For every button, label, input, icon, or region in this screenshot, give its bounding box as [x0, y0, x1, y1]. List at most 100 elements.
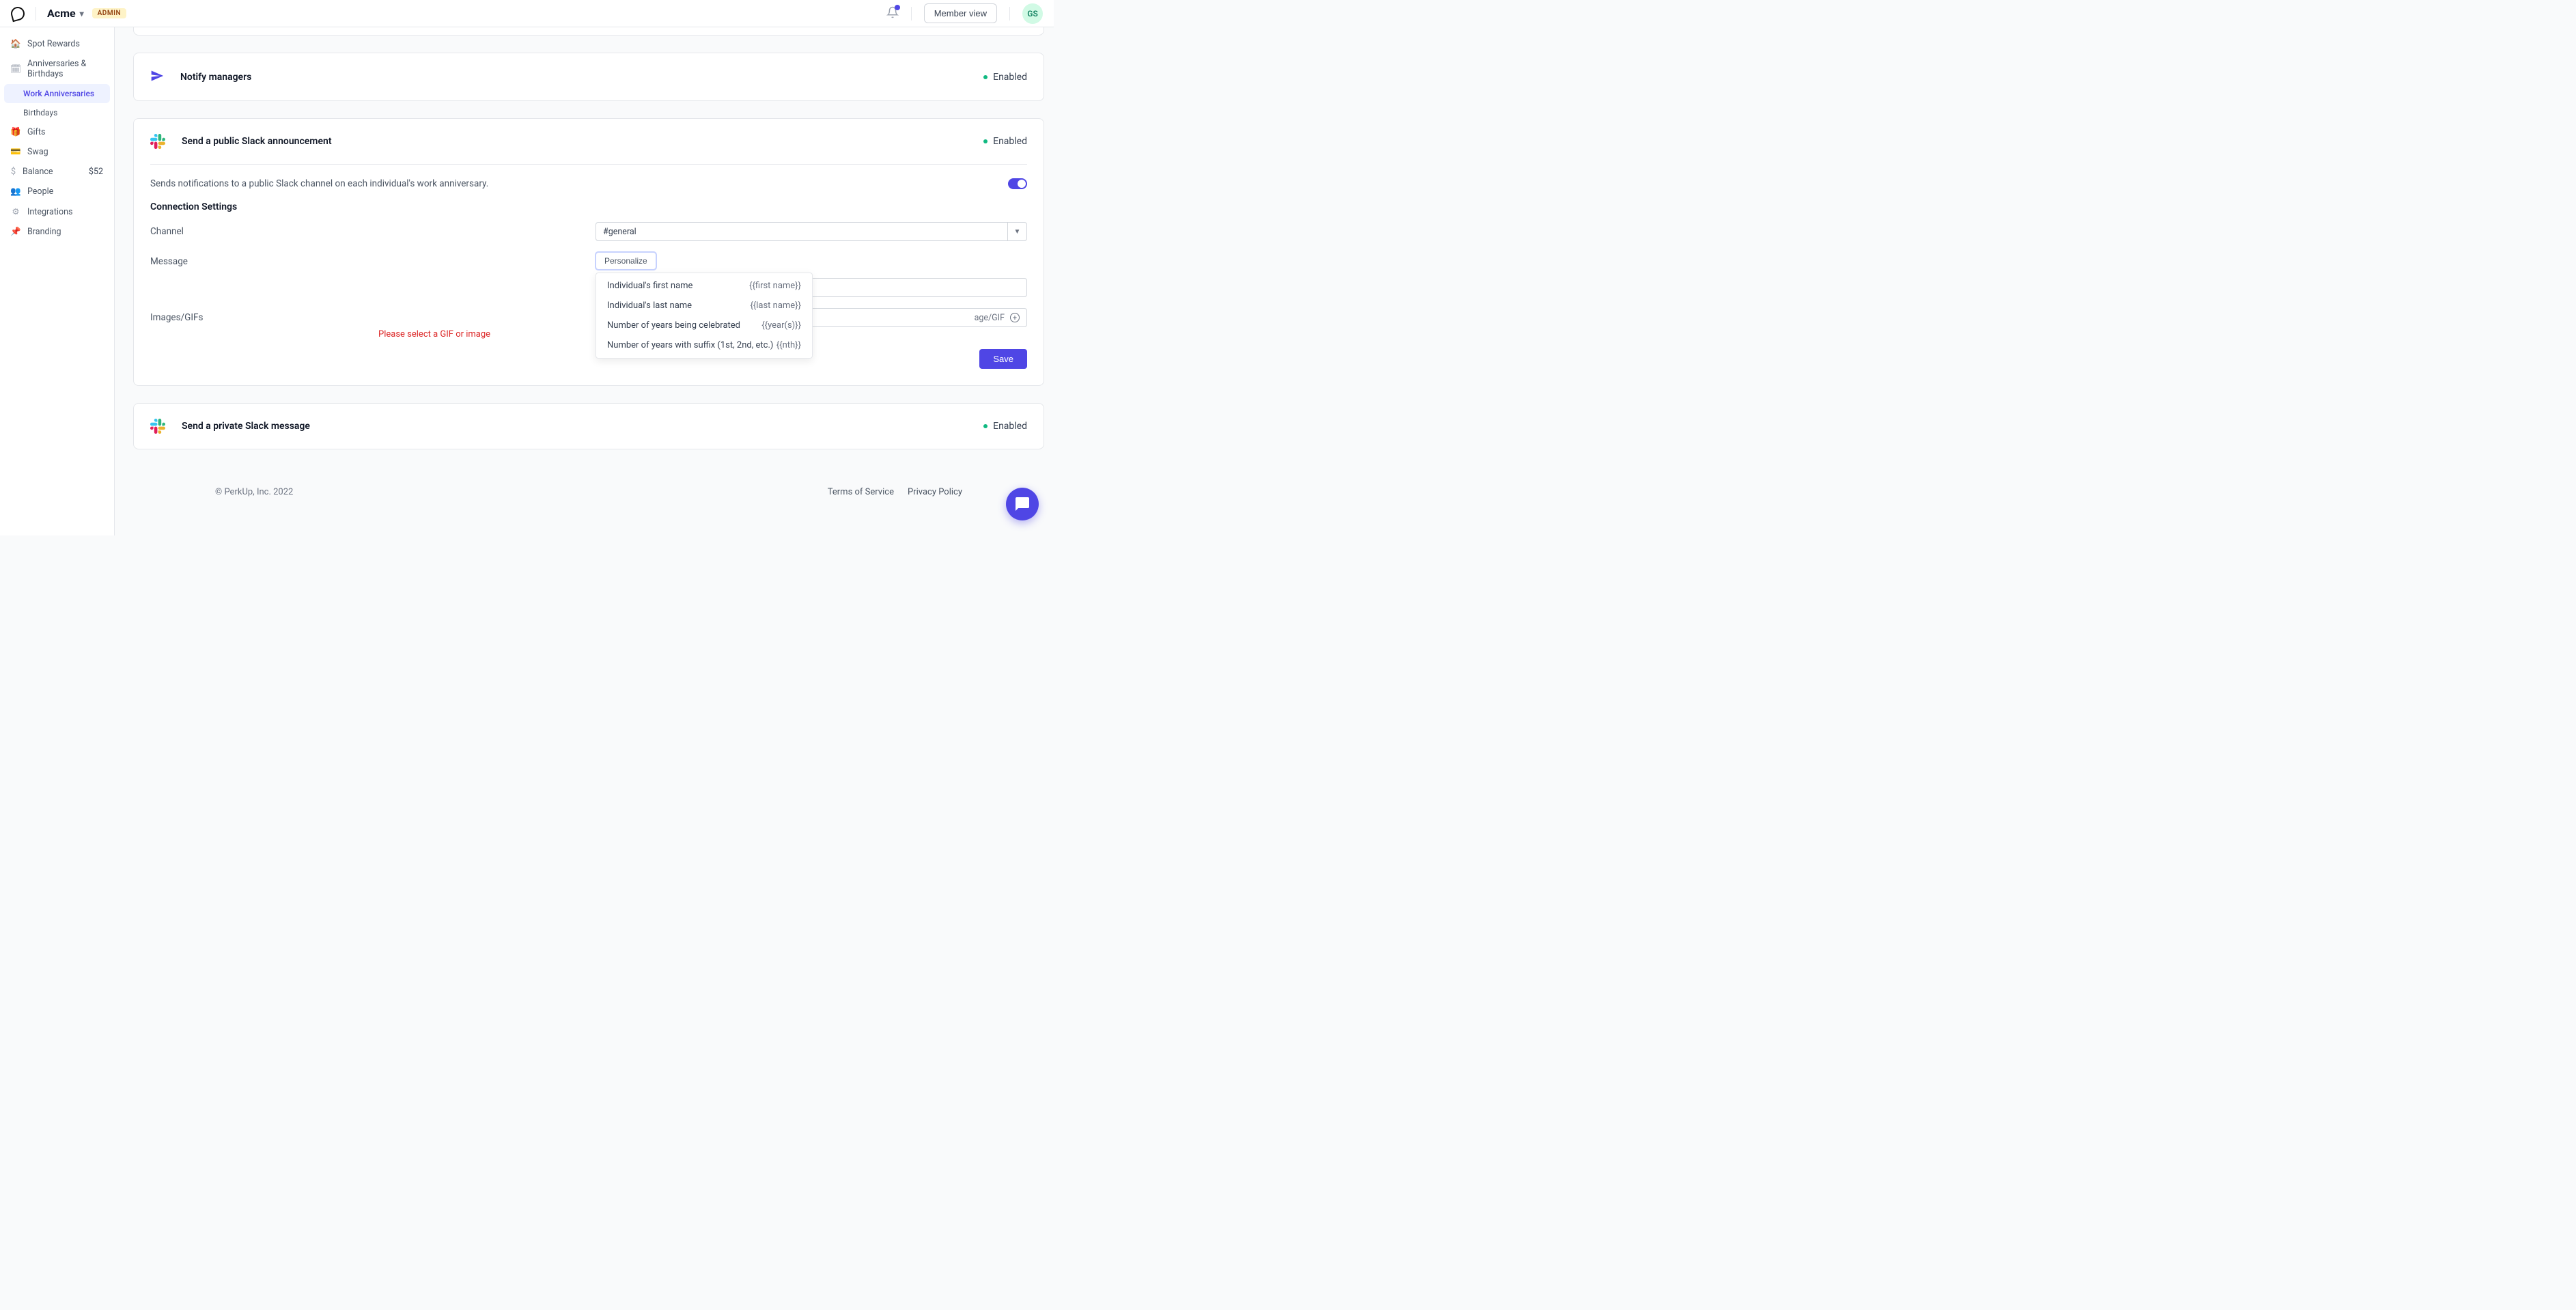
calendar-icon: 🗓 [11, 64, 20, 74]
divider [1009, 7, 1010, 20]
personalize-dropdown: Individual's first name {{first name}} I… [596, 273, 813, 359]
balance-amount: $52 [89, 167, 103, 177]
save-button[interactable]: Save [979, 349, 1027, 369]
card-notify-managers[interactable]: Notify managers Enabled [133, 53, 1044, 101]
message-row: Message Personalize Individual's first n… [150, 252, 1027, 297]
channel-select[interactable]: #general ▼ [596, 222, 1027, 241]
message-label: Message [150, 252, 596, 267]
slack-icon [150, 419, 165, 434]
dropdown-item-last-name[interactable]: Individual's last name {{last name}} [596, 296, 812, 316]
sidebar-label: Gifts [27, 127, 45, 137]
dropdown-token: {{year(s)}} [761, 320, 801, 331]
status-text: Enabled [993, 421, 1027, 432]
sidebar-label: Swag [27, 147, 48, 157]
status-pill: Enabled [983, 72, 1027, 83]
channel-row: Channel #general ▼ [150, 222, 1027, 241]
gift-icon: 🎁 [11, 127, 20, 137]
sidebar-label: Balance [23, 167, 53, 177]
dropdown-label: Individual's first name [607, 281, 692, 291]
admin-badge: ADMIN [92, 8, 126, 18]
sidebar-item-swag[interactable]: 💳 Swag [4, 142, 110, 162]
sidebar-item-branding[interactable]: 📌 Branding [4, 222, 110, 242]
status-pill: Enabled [983, 136, 1027, 147]
dropdown-item-first-name[interactable]: Individual's first name {{first name}} [596, 276, 812, 296]
org-switcher[interactable]: Acme ▾ [47, 7, 84, 20]
footer: © PerkUp, Inc. 2022 Terms of Service Pri… [133, 466, 1044, 497]
chevron-down-icon: ▾ [80, 9, 84, 18]
dropdown-label: Number of years being celebrated [607, 320, 740, 331]
dollar-icon: $ [11, 167, 16, 177]
app-header: Acme ▾ ADMIN Member view GS [0, 0, 1054, 27]
sidebar-label: Integrations [27, 207, 72, 217]
sidebar-item-work-anniversaries[interactable]: Work Anniversaries [4, 84, 110, 103]
section-title: Connection Settings [150, 201, 1027, 212]
dropdown-token: {{nth}} [776, 340, 801, 350]
status-text: Enabled [993, 72, 1027, 83]
plus-icon[interactable]: + [1010, 313, 1020, 322]
image-error-text: Please select a GIF or image [378, 329, 583, 339]
sidebar-label: Anniversaries & Birthdays [27, 59, 103, 79]
enable-toggle[interactable] [1008, 178, 1027, 189]
header-left: Acme ▾ ADMIN [11, 7, 126, 20]
sidebar-item-anniversaries-birthdays[interactable]: 🗓 Anniversaries & Birthdays [4, 54, 110, 84]
notification-dot-icon [895, 5, 900, 10]
dropdown-token: {{first name}} [749, 281, 801, 291]
card-private-slack[interactable]: Send a private Slack message Enabled [133, 403, 1044, 449]
sidebar-item-integrations[interactable]: ⚙ Integrations [4, 201, 110, 222]
brush-icon: 📌 [11, 227, 20, 237]
dropdown-item-nth[interactable]: Number of years with suffix (1st, 2nd, e… [596, 335, 812, 355]
org-name: Acme [47, 7, 76, 20]
card-description: Sends notifications to a public Slack ch… [150, 178, 488, 189]
member-view-button[interactable]: Member view [924, 3, 997, 23]
slack-icon [150, 134, 165, 149]
footer-copyright: © PerkUp, Inc. 2022 [215, 487, 293, 497]
dropdown-label: Individual's last name [607, 301, 692, 311]
sidebar-item-birthdays[interactable]: Birthdays [4, 103, 110, 122]
sidebar: 🏠 Spot Rewards 🗓 Anniversaries & Birthda… [0, 27, 115, 535]
plug-icon: ⚙ [11, 206, 20, 217]
images-row: Images/GIFs age/GIF + Please select a GI… [150, 308, 1027, 339]
notifications-button[interactable] [886, 6, 899, 21]
chevron-down-icon[interactable]: ▼ [1007, 223, 1026, 240]
card-icon: 💳 [11, 147, 20, 157]
card-header[interactable]: Send a public Slack announcement Enabled [134, 119, 1044, 164]
app-logo[interactable] [11, 7, 25, 20]
dropdown-token: {{last name}} [750, 301, 801, 311]
status-dot-icon [983, 139, 988, 143]
footer-link-privacy[interactable]: Privacy Policy [908, 487, 962, 497]
send-icon [150, 69, 164, 86]
sidebar-label: Branding [27, 227, 61, 237]
images-label: Images/GIFs [150, 308, 596, 323]
card-title: Send a private Slack message [182, 421, 310, 432]
chat-icon [1014, 496, 1031, 512]
dropdown-label: Number of years with suffix (1st, 2nd, e… [607, 340, 773, 350]
chat-widget-button[interactable] [1006, 488, 1039, 520]
sidebar-item-people[interactable]: 👥 People [4, 182, 110, 201]
card-title: Notify managers [180, 72, 251, 83]
gif-placeholder: age/GIF [975, 313, 1005, 323]
divider [911, 7, 912, 20]
card-title: Send a public Slack announcement [182, 136, 332, 147]
status-dot-icon [983, 75, 988, 79]
sidebar-item-gifts[interactable]: 🎁 Gifts [4, 122, 110, 142]
status-text: Enabled [993, 136, 1027, 147]
card-public-slack: Send a public Slack announcement Enabled… [133, 118, 1044, 386]
user-avatar[interactable]: GS [1022, 3, 1043, 24]
personalize-button[interactable]: Personalize [596, 252, 656, 270]
card-body: Sends notifications to a public Slack ch… [134, 165, 1044, 385]
status-dot-icon [983, 424, 988, 428]
sidebar-item-spot-rewards[interactable]: 🏠 Spot Rewards [4, 34, 110, 54]
dropdown-item-years[interactable]: Number of years being celebrated {{year(… [596, 316, 812, 335]
home-icon: 🏠 [11, 39, 20, 49]
card-partial [133, 27, 1044, 36]
sidebar-item-balance[interactable]: $ Balance $52 [4, 162, 110, 182]
channel-label: Channel [150, 222, 596, 237]
footer-link-terms[interactable]: Terms of Service [828, 487, 894, 497]
main-content: Notify managers Enabled Send a public Sl… [115, 27, 1054, 535]
sidebar-label: Spot Rewards [27, 39, 80, 49]
sidebar-label: People [27, 186, 53, 197]
channel-value: #general [596, 223, 1007, 240]
status-pill: Enabled [983, 421, 1027, 432]
people-icon: 👥 [11, 186, 20, 197]
header-right: Member view GS [886, 3, 1043, 24]
